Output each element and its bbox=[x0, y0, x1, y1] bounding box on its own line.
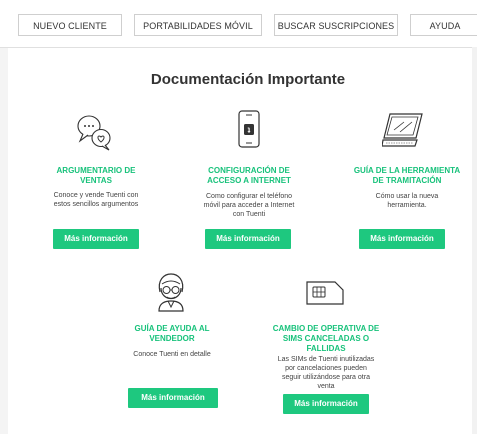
tool-guide-more-info-button[interactable]: Más información bbox=[359, 229, 445, 249]
svg-text:ʇ: ʇ bbox=[248, 126, 251, 135]
card-internet-config-title: CONFIGURACIÓN DE ACCESO A INTERNET bbox=[207, 166, 291, 185]
card-seller-guide-title: GUÍA DE AYUDA AL VENDEDOR bbox=[134, 324, 210, 343]
documentation-panel: Documentación Importante ARGUMENTARIO DE… bbox=[8, 48, 477, 434]
nav-new-customer-button[interactable]: NUEVO CLIENTE bbox=[18, 14, 122, 36]
card-sales-arguments-description: Conoce y vende Tuenti con estos sencillos… bbox=[53, 192, 139, 208]
left-margin bbox=[0, 48, 8, 434]
card-sales-arguments-title: ARGUMENTARIO DE VENTAS bbox=[56, 166, 136, 185]
page-title: Documentación Importante bbox=[150, 71, 346, 88]
card-sim-operation-description: Las SIMs de Tuenti inutilizadas por cance… bbox=[277, 356, 375, 390]
nav-search-subscriptions-button[interactable]: BUSCAR SUSCRIPCIONES bbox=[274, 14, 398, 36]
sim-operation-more-info-button[interactable]: Más información bbox=[283, 394, 369, 414]
card-tool-guide-description: Cómo usar la nueva herramienta. bbox=[375, 193, 439, 209]
internet-config-more-info-button[interactable]: Más información bbox=[205, 229, 291, 249]
sales-arguments-more-info-button[interactable]: Más información bbox=[53, 229, 139, 249]
sim-card-icon bbox=[306, 281, 344, 305]
laptop-icon bbox=[382, 113, 423, 147]
smartphone-icon: ʇ bbox=[238, 110, 260, 148]
nav-help-button[interactable]: AYUDA bbox=[410, 14, 477, 36]
top-navigation: NUEVO CLIENTE PORTABILIDADES MÓVIL BUSCA… bbox=[0, 0, 477, 48]
right-scroll-edge bbox=[472, 47, 477, 434]
seller-guide-more-info-button[interactable]: Más información bbox=[128, 388, 218, 408]
chat-bubbles-icon bbox=[77, 115, 111, 151]
nav-mobile-portability-button[interactable]: PORTABILIDADES MÓVIL bbox=[134, 14, 262, 36]
card-tool-guide-title: GUÍA DE LA HERRAMIENTA DE TRAMITACIÓN bbox=[353, 166, 461, 185]
person-glasses-icon bbox=[158, 273, 184, 312]
card-seller-guide-description: Conoce Tuenti en detalle bbox=[133, 351, 211, 358]
card-sim-operation-title: CAMBIO DE OPERATIVA DE SIMS CANCELADAS OF… bbox=[272, 324, 380, 353]
card-internet-config-description: Como configurar el teléfono móvil para ac… bbox=[203, 193, 295, 218]
